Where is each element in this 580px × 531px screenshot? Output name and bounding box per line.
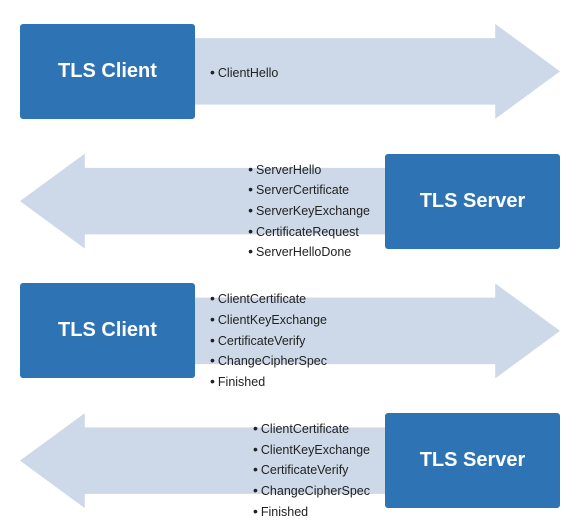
bullet-text: ClientKeyExchange xyxy=(261,440,370,461)
bullet-item-4-4: •ChangeCipherSpec xyxy=(253,481,370,502)
bullet-text: ServerHello xyxy=(256,159,321,180)
bullet-item-2-2: •ServerCertificate xyxy=(248,180,370,201)
blue-box-4: TLS Server xyxy=(385,413,560,508)
bullet-item-2-3: •ServerKeyExchange xyxy=(248,201,370,222)
bullet-dot: • xyxy=(253,483,258,497)
bullet-dot: • xyxy=(210,353,215,367)
bullet-item-3-4: •ChangeCipherSpec xyxy=(210,351,327,372)
box-label-3: TLS Client xyxy=(58,319,157,342)
bullet-dot: • xyxy=(253,462,258,476)
blue-box-2: TLS Server xyxy=(385,154,560,249)
bullet-dot: • xyxy=(253,442,258,456)
row-1: TLS Client •ClientHello xyxy=(20,16,560,126)
bullet-item-3-5: •Finished xyxy=(210,372,327,393)
bullet-dot: • xyxy=(210,374,215,388)
bullet-text: ClientCertificate xyxy=(261,419,349,440)
bullet-dot: • xyxy=(248,244,253,258)
bullet-item-4-5: •Finished xyxy=(253,501,370,522)
bullet-text: ClientCertificate xyxy=(218,289,306,310)
bullet-item-4-3: •CertificateVerify xyxy=(253,460,370,481)
bullet-text: Finished xyxy=(218,372,265,393)
bullet-dot: • xyxy=(253,421,258,435)
row-2: TLS Server•ServerHello•ServerCertificate… xyxy=(20,146,560,256)
blue-box-3: TLS Client xyxy=(20,283,195,378)
bullet-dot: • xyxy=(210,65,215,79)
row-3: TLS Client•ClientCertificate•ClientKeyEx… xyxy=(20,275,560,385)
arrow-text-2: •ServerHello•ServerCertificate•ServerKey… xyxy=(248,159,370,262)
bullet-item-3-3: •CertificateVerify xyxy=(210,330,327,351)
box-label-4: TLS Server xyxy=(420,449,526,472)
bullet-dot: • xyxy=(248,161,253,175)
bullet-dot: • xyxy=(248,182,253,196)
bullet-item-2-4: •CertificateRequest xyxy=(248,221,370,242)
bullet-item-3-1: •ClientCertificate xyxy=(210,289,327,310)
bullet-item-4-1: •ClientCertificate xyxy=(253,419,370,440)
bullet-text: CertificateVerify xyxy=(218,330,306,351)
diagram: TLS Client•ClientHelloTLS Server•ServerH… xyxy=(0,0,580,531)
bullet-item-2-5: •ServerHelloDone xyxy=(248,242,370,263)
box-label-1: TLS Client xyxy=(58,60,157,83)
bullet-text: CertificateRequest xyxy=(256,221,359,242)
bullet-item-4-2: •ClientKeyExchange xyxy=(253,440,370,461)
bullet-dot: • xyxy=(248,223,253,237)
bullet-text: ChangeCipherSpec xyxy=(218,351,327,372)
bullet-text: CertificateVerify xyxy=(261,460,349,481)
bullet-text: ClientKeyExchange xyxy=(218,310,327,331)
bullet-item-1-1: •ClientHello xyxy=(210,63,278,84)
bullet-dot: • xyxy=(210,332,215,346)
arrow-text-1: •ClientHello xyxy=(210,63,278,84)
arrow-text-4: •ClientCertificate•ClientKeyExchange•Cer… xyxy=(253,419,370,522)
bullet-text: ChangeCipherSpec xyxy=(261,481,370,502)
bullet-item-3-2: •ClientKeyExchange xyxy=(210,310,327,331)
arrow-text-3: •ClientCertificate•ClientKeyExchange•Cer… xyxy=(210,289,327,392)
row-4: TLS Server•ClientCertificate•ClientKeyEx… xyxy=(20,405,560,515)
bullet-text: ServerCertificate xyxy=(256,180,349,201)
blue-box-1: TLS Client xyxy=(20,24,195,119)
bullet-dot: • xyxy=(253,503,258,517)
bullet-dot: • xyxy=(210,291,215,305)
bullet-text: Finished xyxy=(261,501,308,522)
bullet-text: ServerHelloDone xyxy=(256,242,351,263)
bullet-item-2-1: •ServerHello xyxy=(248,159,370,180)
bullet-text: ServerKeyExchange xyxy=(256,201,370,222)
box-label-2: TLS Server xyxy=(420,190,526,213)
bullet-dot: • xyxy=(210,312,215,326)
bullet-dot: • xyxy=(248,203,253,217)
bullet-text: ClientHello xyxy=(218,63,278,84)
